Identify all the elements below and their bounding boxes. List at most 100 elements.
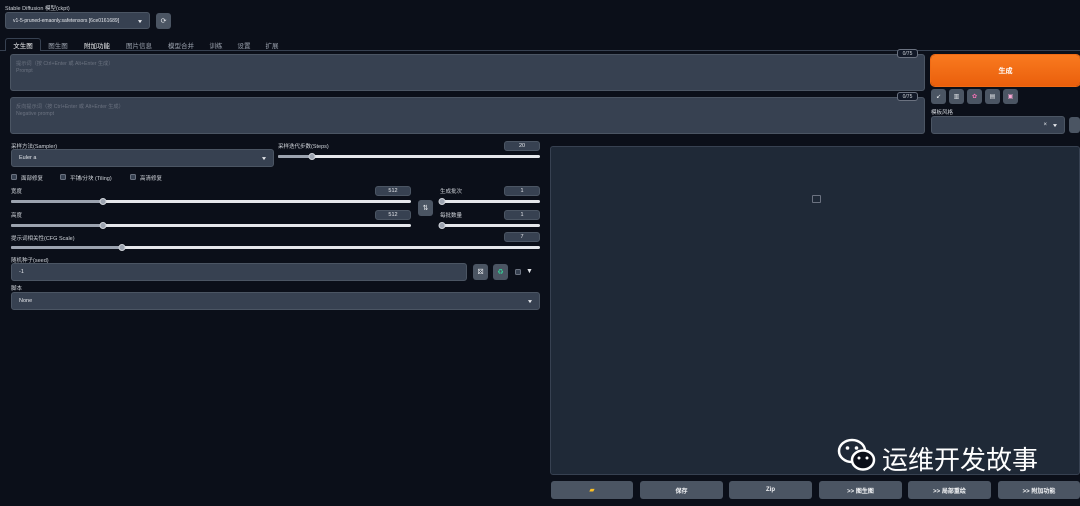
cfg-slider[interactable] (11, 244, 540, 251)
height-slider-fill (11, 224, 103, 227)
trash-icon: ▥ (953, 94, 960, 100)
script-value: None (19, 298, 33, 304)
cfg-slider-fill (11, 246, 123, 249)
prompt-placeholder-line1: 提示词（按 Ctrl+Enter 或 Alt+Enter 生成） (16, 61, 114, 67)
dice-icon: ⚄ (477, 269, 484, 276)
random-seed-button[interactable]: ⚄ (473, 264, 488, 280)
negative-prompt-input[interactable]: 反向提示词（按 Ctrl+Enter 或 Alt+Enter 生成） Negat… (10, 97, 925, 134)
tab-checkpoint-merger[interactable]: 模型合并 (164, 38, 198, 51)
negative-prompt-token-counter: 0/75 (897, 92, 918, 101)
batch-count-input[interactable]: 1 (504, 186, 540, 196)
prompt-placeholder-line2: Prompt (16, 68, 33, 74)
send-to-img2img-button[interactable]: >> 图生图 (819, 481, 902, 499)
flower-icon: ✿ (971, 94, 978, 100)
seed-value: -1 (19, 269, 24, 275)
cfg-input[interactable]: 7 (504, 232, 540, 242)
width-slider-fill (11, 200, 103, 203)
expand-triangle-icon[interactable]: ▼ (526, 268, 533, 275)
apply-style-button[interactable]: ▤ (985, 89, 1000, 104)
prompt-input[interactable]: 提示词（按 Ctrl+Enter 或 Alt+Enter 生成） Prompt (10, 54, 925, 91)
floppy-icon: ▣ (1007, 94, 1014, 100)
reuse-seed-button[interactable]: ♻ (493, 264, 508, 280)
batch-size-input[interactable]: 1 (504, 210, 540, 220)
style-dropdown[interactable]: × (931, 116, 1065, 134)
width-slider-thumb[interactable] (99, 198, 107, 205)
batch-size-slider-thumb[interactable] (438, 222, 446, 229)
steps-slider-fill (278, 155, 313, 158)
model-value: v1-5-pruned-emaonly.safetensors [6ce0161… (13, 17, 120, 24)
chevron-down-icon (138, 19, 142, 23)
arrow-icon: ↙ (935, 94, 942, 100)
seed-input[interactable]: -1 (11, 263, 467, 281)
batch-size-label: 每批数量 (440, 213, 463, 219)
prompt-token-counter: 0/75 (897, 49, 918, 58)
tab-divider (0, 50, 1080, 51)
width-label: 宽度 (11, 189, 23, 195)
clipboard-icon: ▤ (989, 94, 996, 100)
negative-prompt-placeholder-line1: 反向提示词（按 Ctrl+Enter 或 Alt+Enter 生成） (16, 104, 124, 110)
refresh-styles-button[interactable] (1069, 117, 1080, 133)
steps-slider-thumb[interactable] (308, 153, 316, 160)
restore-faces-checkbox[interactable] (11, 174, 17, 180)
cfg-slider-thumb[interactable] (118, 244, 126, 251)
style-label: 模板风格 (931, 110, 954, 116)
tab-png-info[interactable]: 图片信息 (122, 38, 156, 51)
negative-prompt-placeholder-line2: Negative prompt (16, 111, 55, 117)
batch-count-slider-thumb[interactable] (438, 198, 446, 205)
steps-label: 采样迭代步数(Steps) (278, 144, 329, 150)
batch-count-label: 生成批次 (440, 189, 463, 195)
tab-train[interactable]: 训练 (206, 38, 226, 51)
model-dropdown[interactable]: v1-5-pruned-emaonly.safetensors [6ce0161… (5, 12, 150, 29)
tiling-checkbox[interactable] (60, 174, 66, 180)
swap-dimensions-button[interactable]: ⇅ (418, 200, 433, 216)
height-slider-thumb[interactable] (99, 222, 107, 229)
generate-label: 生成 (998, 67, 1013, 75)
batch-size-slider[interactable] (438, 222, 540, 229)
extra-seed-checkbox[interactable] (515, 269, 521, 275)
tiling-label: 平铺/分块 (Tiling) (70, 176, 112, 182)
recycle-icon: ♻ (497, 269, 504, 276)
chevron-down-icon (1053, 124, 1057, 128)
read-params-button[interactable]: ↙ (931, 89, 946, 104)
tab-txt2img[interactable]: 文生图 (5, 38, 41, 51)
restore-faces-label: 面部修复 (21, 176, 44, 182)
swap-icon: ⇅ (422, 205, 429, 212)
send-to-inpaint-button[interactable]: >> 局部重绘 (908, 481, 991, 499)
cfg-label: 提示词相关性(CFG Scale) (11, 236, 75, 242)
refresh-model-button[interactable]: ⟳ (156, 13, 171, 29)
watermark-text: 运维开发故事 (882, 446, 1039, 476)
tab-extensions[interactable]: 扩展 (262, 38, 282, 51)
height-slider[interactable] (11, 222, 411, 229)
save-style-button[interactable]: ▣ (1003, 89, 1018, 104)
extra-networks-button[interactable]: ✿ (967, 89, 982, 104)
folder-icon: ▰ (589, 487, 595, 494)
tab-extras[interactable]: 附加功能 (80, 38, 114, 51)
batch-count-slider[interactable] (438, 198, 540, 205)
save-button[interactable]: 保存 (640, 481, 723, 499)
width-slider[interactable] (11, 198, 411, 205)
chevron-down-icon (528, 300, 532, 304)
script-dropdown[interactable]: None (11, 292, 540, 310)
tab-settings[interactable]: 设置 (234, 38, 254, 51)
chevron-down-icon (262, 157, 266, 161)
tab-img2img[interactable]: 图生图 (44, 38, 72, 51)
steps-slider[interactable] (278, 153, 540, 160)
height-label: 高度 (11, 213, 23, 219)
output-gallery (550, 146, 1080, 475)
hires-fix-checkbox[interactable] (130, 174, 136, 180)
sampler-dropdown[interactable]: Euler a (11, 149, 274, 167)
send-to-extras-button[interactable]: >> 附加功能 (998, 481, 1080, 499)
clear-icon[interactable]: × (1043, 122, 1047, 128)
refresh-icon: ⟳ (160, 18, 167, 25)
height-input[interactable]: 512 (375, 210, 411, 220)
zip-button[interactable]: Zip (729, 481, 812, 499)
model-label: Stable Diffusion 模型(ckpt) (5, 6, 70, 12)
width-input[interactable]: 512 (375, 186, 411, 196)
sampler-value: Euler a (19, 155, 37, 161)
wechat-logo (837, 437, 877, 475)
clear-prompt-button[interactable]: ▥ (949, 89, 964, 104)
hires-fix-label: 高清修复 (140, 176, 163, 182)
generate-button[interactable]: 生成 (931, 55, 1080, 86)
open-folder-button[interactable]: ▰ (551, 481, 633, 499)
steps-input[interactable]: 20 (504, 141, 540, 151)
